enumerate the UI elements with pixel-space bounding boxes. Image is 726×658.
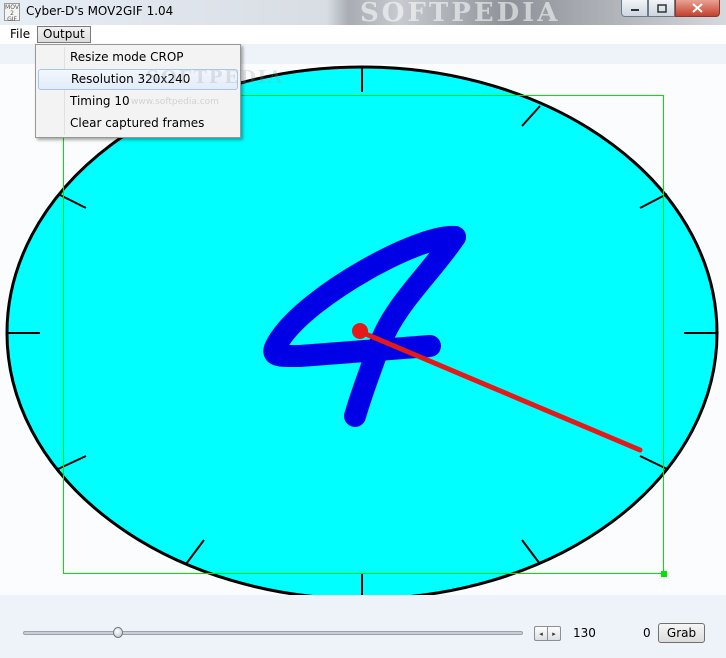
window-controls: [621, 0, 720, 18]
output-dropdown-menu: Resize mode CROP Resolution 320x240 Timi…: [35, 44, 282, 138]
close-icon: [692, 3, 703, 13]
spin-right-icon[interactable]: ▸: [548, 627, 560, 640]
maximize-icon: [656, 3, 667, 13]
dropdown-watermark: SOFTPEDIA: [146, 67, 285, 88]
menu-item-resize-mode[interactable]: Resize mode CROP: [38, 47, 238, 68]
title-bar: MOV 2 GIF SOFTPEDIA Cyber-D's MOV2GIF 1.…: [0, 0, 726, 28]
frame-slider-thumb[interactable]: [113, 627, 123, 638]
menu-bar: File Output: [0, 25, 726, 44]
control-bar: ◂ ▸ 130 0 Grab: [0, 605, 726, 658]
captured-count: 0: [643, 626, 651, 640]
menu-item-clear-frames[interactable]: Clear captured frames: [38, 113, 238, 134]
frame-spinner[interactable]: ◂ ▸: [534, 626, 561, 641]
app-icon: MOV 2 GIF: [4, 3, 20, 23]
dropdown-watermark-url: www.softpedia.com: [131, 97, 219, 107]
clock-center: [352, 323, 368, 339]
menu-output[interactable]: Output: [37, 26, 91, 43]
softpedia-watermark: SOFTPEDIA: [360, 0, 561, 28]
crop-resize-handle[interactable]: [661, 571, 667, 577]
menu-file[interactable]: File: [5, 26, 35, 43]
maximize-button[interactable]: [648, 0, 675, 17]
spin-left-icon[interactable]: ◂: [535, 627, 548, 640]
window-title: Cyber-D's MOV2GIF 1.04: [26, 4, 174, 18]
grab-button[interactable]: Grab: [658, 623, 705, 643]
frame-value: 130: [573, 626, 596, 640]
canvas-bottom-band: [0, 595, 726, 605]
close-button[interactable]: [675, 0, 720, 17]
minimize-icon: [630, 9, 639, 11]
minimize-button[interactable]: [621, 0, 648, 17]
frame-slider-track[interactable]: [23, 631, 523, 635]
